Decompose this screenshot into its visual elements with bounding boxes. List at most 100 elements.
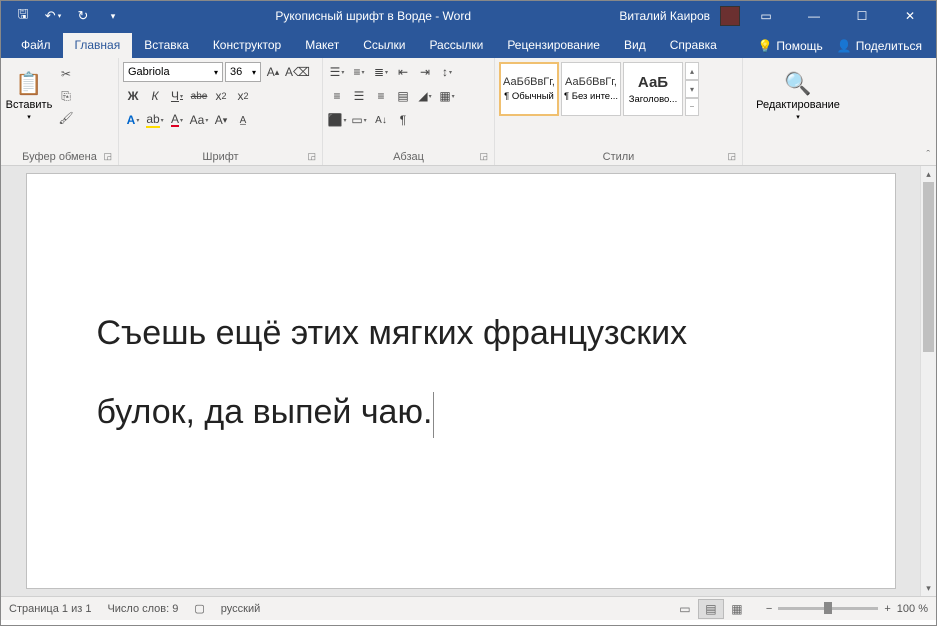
fill-button[interactable]: ⬛ bbox=[327, 110, 347, 130]
view-web-icon[interactable]: ▦ bbox=[724, 599, 750, 619]
styles-launcher-icon[interactable]: ◲ bbox=[727, 151, 736, 162]
group-label-font: Шрифт bbox=[202, 151, 238, 163]
quick-access-toolbar: 🖫 ↶ ↻ ▾ bbox=[1, 2, 127, 30]
text-cursor bbox=[433, 392, 434, 438]
status-words[interactable]: Число слов: 9 bbox=[107, 603, 178, 615]
tell-me-button[interactable]: 💡 Помощь bbox=[757, 39, 822, 53]
cut-icon[interactable]: ✂ bbox=[55, 64, 77, 84]
collapse-ribbon-icon[interactable]: ˆ bbox=[926, 149, 930, 161]
font-launcher-icon[interactable]: ◲ bbox=[307, 151, 316, 162]
tab-home[interactable]: Главная bbox=[63, 33, 133, 58]
line-spacing-button[interactable]: ↕ bbox=[437, 62, 457, 82]
tab-mailings[interactable]: Рассылки bbox=[417, 33, 495, 58]
shading-button[interactable]: ◢ bbox=[415, 86, 435, 106]
align-left-button[interactable]: ≡ bbox=[327, 86, 347, 106]
numbering-button[interactable]: ≡ bbox=[349, 62, 369, 82]
minimize-button[interactable]: — bbox=[792, 2, 836, 30]
styles-scroll[interactable]: ▴ ▾ ⎯ bbox=[685, 62, 699, 116]
font-size-input[interactable]: 36▾ bbox=[225, 62, 261, 82]
decrease-indent-button[interactable]: ⇤ bbox=[393, 62, 413, 82]
change-case-button[interactable]: Aa bbox=[189, 110, 209, 130]
paragraph-launcher-icon[interactable]: ◲ bbox=[479, 151, 488, 162]
zoom-out-button[interactable]: − bbox=[766, 603, 772, 615]
font-color-button[interactable]: A bbox=[167, 110, 187, 130]
qat-customize-icon[interactable]: ▾ bbox=[99, 2, 127, 30]
bold-button[interactable]: Ж bbox=[123, 86, 143, 106]
vertical-scrollbar[interactable]: ▴ ▾ bbox=[920, 166, 936, 596]
text-effects-button[interactable]: A bbox=[123, 110, 143, 130]
styles-up-icon: ▴ bbox=[685, 62, 699, 80]
status-page[interactable]: Страница 1 из 1 bbox=[9, 603, 91, 615]
tab-help[interactable]: Справка bbox=[658, 33, 729, 58]
save-icon[interactable]: 🖫 bbox=[9, 2, 37, 30]
redo-icon[interactable]: ↻ bbox=[69, 2, 97, 30]
view-print-icon[interactable]: ▤ bbox=[698, 599, 724, 619]
style-normal[interactable]: АаБбВвГг, ¶ Обычный bbox=[499, 62, 559, 116]
view-read-icon[interactable]: ▭ bbox=[672, 599, 698, 619]
superscript-button[interactable]: x2 bbox=[233, 86, 253, 106]
zoom-level[interactable]: 100 % bbox=[897, 603, 928, 615]
user-avatar[interactable] bbox=[720, 6, 740, 26]
tab-references[interactable]: Ссылки bbox=[351, 33, 417, 58]
font-name-input[interactable]: Gabriola▾ bbox=[123, 62, 223, 82]
multilevel-button[interactable]: ≣ bbox=[371, 62, 391, 82]
copy-icon[interactable]: ⎘ bbox=[55, 86, 77, 106]
scroll-thumb[interactable] bbox=[923, 182, 934, 352]
clipboard-launcher-icon[interactable]: ◲ bbox=[103, 151, 112, 162]
format-painter-icon[interactable]: 🖌 bbox=[55, 108, 77, 128]
tab-layout[interactable]: Макет bbox=[293, 33, 351, 58]
maximize-button[interactable]: ☐ bbox=[840, 2, 884, 30]
status-proofing-icon[interactable]: ▢ bbox=[194, 602, 204, 615]
increase-indent-button[interactable]: ⇥ bbox=[415, 62, 435, 82]
show-marks-button[interactable]: ¶ bbox=[393, 110, 413, 130]
shrink-font-icon[interactable]: A▾ bbox=[211, 110, 231, 130]
styles-down-icon: ▾ bbox=[685, 80, 699, 98]
underline-button[interactable]: Ч bbox=[167, 86, 187, 106]
document-area: Съешь ещё этих мягких французских булок,… bbox=[1, 166, 936, 596]
tab-insert[interactable]: Вставка bbox=[132, 33, 201, 58]
bullets-button[interactable]: ☰ bbox=[327, 62, 347, 82]
italic-button[interactable]: К bbox=[145, 86, 165, 106]
document-text: Съешь ещё этих мягких французских булок,… bbox=[97, 294, 825, 452]
find-icon: 🔍 bbox=[784, 71, 811, 97]
undo-icon[interactable]: ↶ bbox=[39, 2, 67, 30]
styles-more-icon: ⎯ bbox=[685, 98, 699, 116]
tab-design[interactable]: Конструктор bbox=[201, 33, 293, 58]
strike-button[interactable]: abe bbox=[189, 86, 209, 106]
tab-view[interactable]: Вид bbox=[612, 33, 658, 58]
align-center-button[interactable]: ☰ bbox=[349, 86, 369, 106]
group-label-clipboard: Буфер обмена bbox=[22, 151, 97, 163]
tab-file[interactable]: Файл bbox=[9, 33, 63, 58]
clear-format-icon[interactable]: A⌫ bbox=[285, 62, 310, 82]
scroll-up-icon[interactable]: ▴ bbox=[921, 166, 936, 182]
style-no-spacing[interactable]: АаБбВвГг, ¶ Без инте... bbox=[561, 62, 621, 116]
editing-button[interactable]: 🔍 Редактирование ▾ bbox=[774, 62, 822, 130]
status-language[interactable]: русский bbox=[221, 603, 260, 615]
sort-button[interactable]: A↓ bbox=[371, 110, 391, 130]
justify-button[interactable]: ▤ bbox=[393, 86, 413, 106]
style-heading1[interactable]: АаБ Заголово... bbox=[623, 62, 683, 116]
page[interactable]: Съешь ещё этих мягких французских булок,… bbox=[27, 174, 895, 588]
title-bar: 🖫 ↶ ↻ ▾ Рукописный шрифт в Ворде - Word … bbox=[1, 1, 936, 31]
char-scale-icon[interactable]: A̲ bbox=[233, 110, 253, 130]
ribbon: 📋 Вставить ▾ ✂ ⎘ 🖌 Буфер обмена ◲ Gabriol… bbox=[1, 58, 936, 166]
zoom-in-button[interactable]: + bbox=[884, 603, 890, 615]
subscript-button[interactable]: x2 bbox=[211, 86, 231, 106]
close-button[interactable]: ✕ bbox=[888, 2, 932, 30]
scroll-down-icon[interactable]: ▾ bbox=[921, 580, 936, 596]
tab-review[interactable]: Рецензирование bbox=[495, 33, 612, 58]
grow-font-icon[interactable]: A▴ bbox=[263, 62, 283, 82]
ribbon-options-icon[interactable]: ▭ bbox=[744, 2, 788, 30]
clipboard-icon: 📋 bbox=[15, 71, 42, 97]
paste-button[interactable]: 📋 Вставить ▾ bbox=[5, 62, 53, 130]
group-label-paragraph: Абзац bbox=[393, 151, 424, 163]
window-title: Рукописный шрифт в Ворде - Word bbox=[127, 9, 619, 23]
group-label-styles: Стили bbox=[603, 151, 635, 163]
zoom-slider[interactable] bbox=[778, 607, 878, 610]
highlight-button[interactable]: ab bbox=[145, 110, 165, 130]
align-right-button[interactable]: ≡ bbox=[371, 86, 391, 106]
borders-button[interactable]: ▦ bbox=[437, 86, 457, 106]
border-style-button[interactable]: ▭ bbox=[349, 110, 369, 130]
share-button[interactable]: 👤 Поделиться bbox=[837, 39, 922, 53]
user-name[interactable]: Виталий Каиров bbox=[619, 9, 710, 23]
